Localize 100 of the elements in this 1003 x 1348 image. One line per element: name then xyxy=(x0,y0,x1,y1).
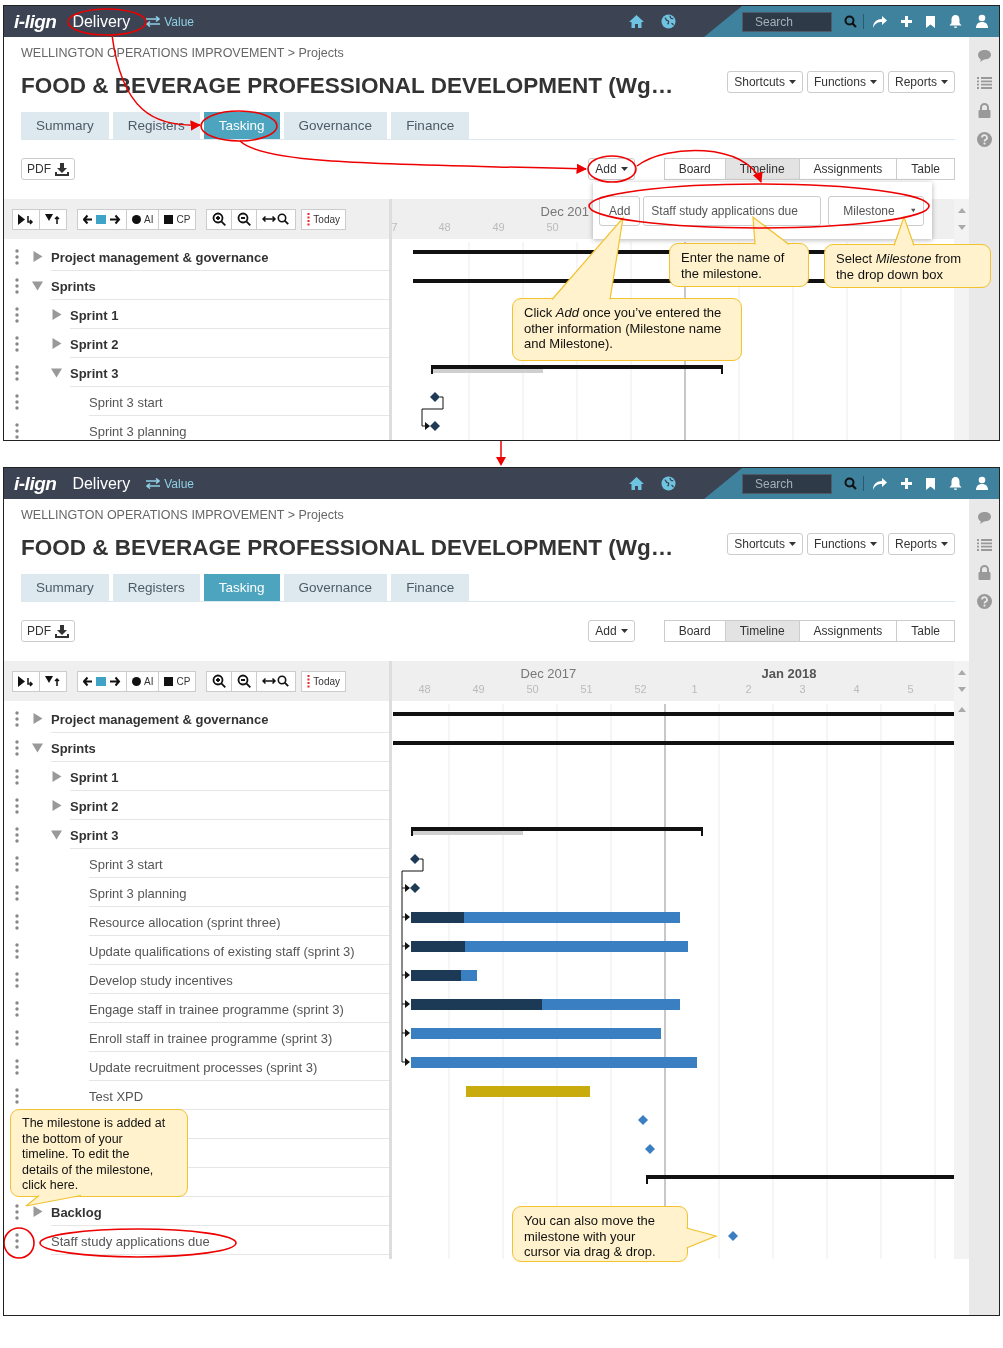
swap-icon[interactable] xyxy=(145,16,162,27)
comment-icon[interactable] xyxy=(976,49,992,63)
bell-icon[interactable] xyxy=(948,476,963,491)
expand-all-button[interactable] xyxy=(12,208,40,230)
task-name[interactable]: Develop study incentives xyxy=(89,973,233,988)
milestone-marker[interactable] xyxy=(429,392,440,402)
drag-handle-icon[interactable] xyxy=(15,942,19,959)
task-name[interactable]: Sprints xyxy=(51,279,96,294)
ai-toggle[interactable]: AI xyxy=(126,670,160,692)
app-logo[interactable]: i-lign xyxy=(14,10,57,33)
task-name[interactable]: Update recruitment processes (sprint 3) xyxy=(89,1060,318,1075)
expand-all-button[interactable] xyxy=(12,670,40,692)
drag-handle-icon[interactable] xyxy=(15,364,19,381)
task-name[interactable]: Sprint 3 start xyxy=(89,395,163,410)
plus-icon[interactable] xyxy=(900,477,913,490)
scroll-up-icon[interactable] xyxy=(957,670,966,675)
zoom-in-button[interactable] xyxy=(206,670,233,692)
view-toggle[interactable]: Table xyxy=(896,620,955,642)
tab[interactable]: Registers xyxy=(112,574,200,601)
search-field[interactable]: Search xyxy=(742,473,832,494)
caret-icon[interactable] xyxy=(32,713,43,724)
scroll-to-task-button[interactable] xyxy=(77,208,127,230)
task-name[interactable]: Sprint 2 xyxy=(70,799,119,814)
summary-bar[interactable] xyxy=(430,365,723,374)
scroll-up-icon[interactable] xyxy=(957,707,966,712)
cp-toggle[interactable]: CP xyxy=(158,208,197,230)
swap-icon[interactable] xyxy=(145,478,162,489)
tab[interactable]: Governance xyxy=(283,112,388,139)
add-button[interactable]: Add xyxy=(599,195,641,226)
tab[interactable]: Registers xyxy=(112,112,200,139)
summary-bar[interactable] xyxy=(410,827,703,836)
module-switch-link[interactable]: Value xyxy=(164,476,194,491)
drag-handle-icon[interactable] xyxy=(15,971,19,988)
view-toggle[interactable]: Assignments xyxy=(798,620,898,642)
module-name[interactable]: Delivery xyxy=(72,12,131,31)
menu-dropdown[interactable]: Functions xyxy=(806,533,884,555)
task-bar[interactable] xyxy=(410,970,477,981)
task-name[interactable]: Project management & governance xyxy=(51,250,269,265)
scroll-up-icon[interactable] xyxy=(957,208,966,213)
module-switch-link[interactable]: Value xyxy=(164,14,194,29)
scroll-down-icon[interactable] xyxy=(957,687,966,692)
tab[interactable]: Finance xyxy=(391,574,470,601)
help-icon[interactable] xyxy=(976,132,992,147)
milestone-marker[interactable] xyxy=(727,1231,738,1241)
zoom-out-button[interactable] xyxy=(231,208,258,230)
tab[interactable]: Finance xyxy=(391,112,470,139)
drag-handle-icon[interactable] xyxy=(15,306,19,323)
user-icon[interactable] xyxy=(975,476,989,491)
caret-icon[interactable] xyxy=(51,367,62,378)
drag-handle-icon[interactable] xyxy=(15,855,19,872)
search-icon[interactable] xyxy=(844,15,857,28)
drag-handle-icon[interactable] xyxy=(15,710,19,727)
task-name[interactable]: Sprint 3 planning xyxy=(89,886,187,901)
bookmark-icon[interactable] xyxy=(925,476,936,491)
help-icon[interactable] xyxy=(976,594,992,609)
bell-icon[interactable] xyxy=(948,14,963,29)
globe-icon[interactable] xyxy=(661,476,676,491)
globe-icon[interactable] xyxy=(661,14,676,29)
task-name[interactable]: Sprint 1 xyxy=(70,770,119,785)
milestone-marker[interactable] xyxy=(409,883,420,893)
lock-icon[interactable] xyxy=(977,103,991,118)
milestone-marker[interactable] xyxy=(409,854,420,864)
menu-dropdown[interactable]: Reports xyxy=(887,533,955,555)
drag-handle-icon[interactable] xyxy=(15,335,19,352)
task-name[interactable]: Backlog xyxy=(51,1205,102,1220)
caret-icon[interactable] xyxy=(32,742,43,753)
today-button[interactable]: Today xyxy=(301,670,347,692)
bookmark-icon[interactable] xyxy=(925,14,936,29)
summary-bar[interactable] xyxy=(645,1175,954,1184)
ai-toggle[interactable]: AI xyxy=(126,208,160,230)
tab[interactable]: Governance xyxy=(283,574,388,601)
drag-handle-icon[interactable] xyxy=(15,913,19,930)
task-name[interactable]: Sprint 3 xyxy=(70,828,119,843)
menu-dropdown[interactable]: Reports xyxy=(887,71,955,93)
task-bar[interactable] xyxy=(410,941,688,952)
task-bar[interactable] xyxy=(410,999,680,1010)
caret-icon[interactable] xyxy=(32,280,43,291)
list-icon[interactable] xyxy=(976,77,992,89)
task-name[interactable]: Sprints xyxy=(51,741,96,756)
task-name[interactable]: Update qualifications of existing staff (sprint 3) xyxy=(89,944,355,959)
caret-icon[interactable] xyxy=(51,771,62,782)
zoom-fit-button[interactable] xyxy=(256,208,297,230)
menu-dropdown[interactable]: Functions xyxy=(806,71,884,93)
caret-icon[interactable] xyxy=(32,251,43,262)
scroll-to-task-button[interactable] xyxy=(77,670,127,692)
zoom-in-button[interactable] xyxy=(206,208,233,230)
drag-handle-icon[interactable] xyxy=(15,277,19,294)
milestone-marker[interactable] xyxy=(637,1115,648,1125)
drag-handle-icon[interactable] xyxy=(15,1058,19,1075)
view-toggle[interactable]: Assignments xyxy=(798,158,898,180)
task-name[interactable]: Test XPD xyxy=(89,1089,144,1104)
view-toggle[interactable]: Board xyxy=(663,158,726,180)
caret-icon[interactable] xyxy=(51,829,62,840)
drag-handle-icon[interactable] xyxy=(15,1203,19,1220)
milestone-name-field[interactable]: Staff study applications due xyxy=(643,195,822,226)
caret-icon[interactable] xyxy=(51,800,62,811)
task-name[interactable]: Sprint 1 xyxy=(70,308,119,323)
zoom-fit-button[interactable] xyxy=(256,670,297,692)
drag-handle-icon[interactable] xyxy=(15,884,19,901)
task-name[interactable]: Resource allocation (sprint three) xyxy=(89,915,281,930)
